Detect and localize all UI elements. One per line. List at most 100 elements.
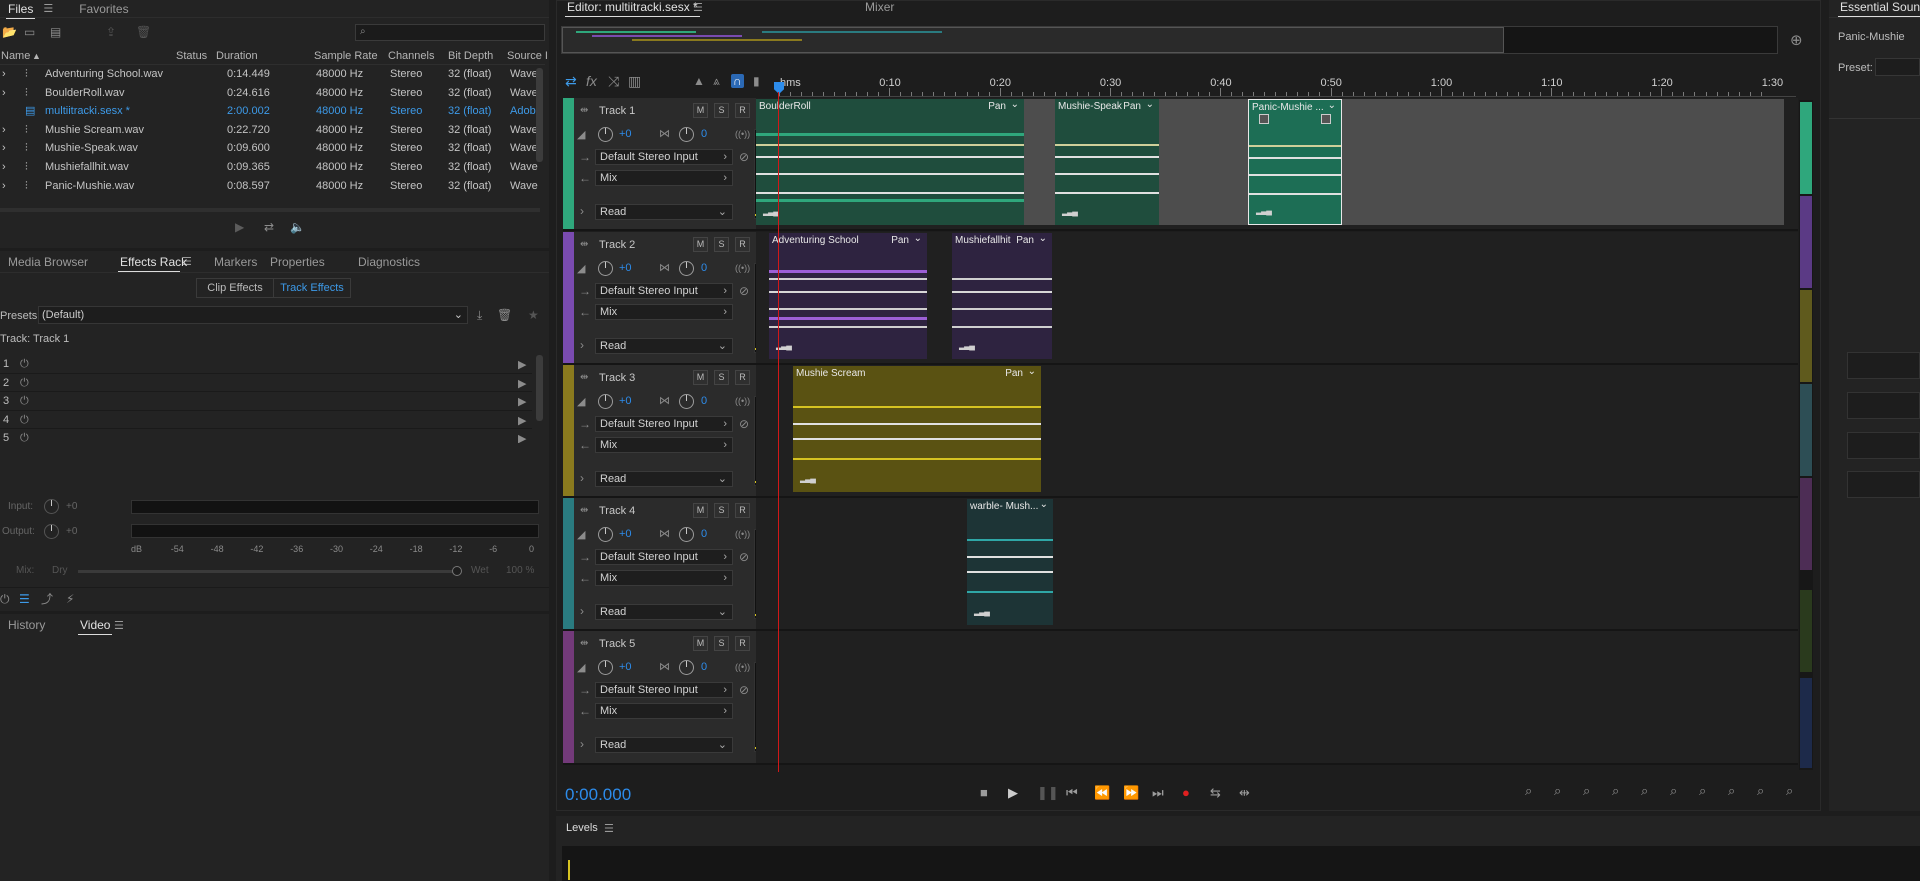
tab-media-browser[interactable]: Media Browser [4,255,116,269]
pan-value[interactable]: 0 [701,395,707,407]
volume-knob[interactable] [598,261,613,276]
track-lane[interactable]: BoulderRoll Pan ⌄ ▂▃▄ Mushie-Speak Pan ⌄ ▂▃▄ Pan… [756,98,1798,229]
move-handle-icon[interactable]: ⇹ [580,240,588,250]
zoom-in-point-icon[interactable]: ⌕ [1670,784,1677,797]
time-ruler[interactable]: hms 0:10 0:20 0:30 0:40 0:50 1:00 1:10 1:20 1:30 [779,73,1796,97]
tab-markers[interactable]: Markers [210,255,266,269]
zoom-in-time-icon[interactable]: ⌕ [1583,784,1590,797]
track-header[interactable]: ⇹ Track 3 M S R ◢ +0 ⋈ 0 ((•)) → Default Stereo Inp… [563,365,756,496]
record-arm-button[interactable]: R [735,237,750,252]
phase-icon[interactable]: ⊘ [739,285,749,297]
output-gain-knob[interactable] [44,524,59,539]
volume-value[interactable]: +0 [619,395,632,407]
zoom-reset-icon[interactable]: ⌕ [1757,784,1764,797]
track-lane[interactable]: warble- Mush... ⌄ ▂▃▄ [756,498,1798,629]
zoom-out-amplitude-icon[interactable]: ⌕ [1554,784,1561,797]
track-name[interactable]: Track 4 [599,505,635,517]
io-toggle-icon[interactable]: ⇄ [565,74,577,88]
tab-files[interactable]: Files [4,2,37,19]
autoplay-icon[interactable]: 🔈 [290,221,305,233]
magnet-icon[interactable]: ∩ [731,74,744,88]
move-handle-icon[interactable]: ⇹ [580,106,588,116]
fade-in-handle[interactable] [1259,114,1269,124]
play-preview-icon[interactable]: ▶ [235,221,244,233]
audio-clip[interactable]: Panic-Mushie ... ⌄ ▂▃▄ [1248,99,1342,225]
playhead-line[interactable] [778,92,779,772]
pan-value[interactable]: 0 [701,262,707,274]
tab-clip-effects[interactable]: Clip Effects [197,279,274,297]
phase-icon[interactable]: ⊘ [739,418,749,430]
expand-icon[interactable]: › [580,205,584,217]
envelope-line[interactable] [1055,192,1159,194]
input-gain-knob[interactable] [44,499,59,514]
envelope-line[interactable] [793,406,1041,408]
zoom-full-icon[interactable]: ⌕ [1641,784,1648,797]
pan-knob[interactable] [679,127,694,142]
eq-icon[interactable]: ▥ [628,74,641,88]
tab-diagnostics[interactable]: Diagnostics [354,255,424,269]
stereo-icon[interactable]: ((•)) [735,663,750,672]
fade-out-handle[interactable] [1321,114,1331,124]
audio-clip[interactable]: Mushie-Speak Pan ⌄ ▂▃▄ [1055,99,1159,225]
power-icon[interactable]: ⏻ [20,432,29,443]
essential-button[interactable] [1847,471,1920,498]
audio-clip[interactable]: Mushie Scream Pan ⌄ ▂▃▄ [793,366,1041,492]
move-handle-icon[interactable]: ⇹ [580,506,588,516]
col-channels[interactable]: Channels [388,48,434,65]
effect-slot[interactable]: 3 ⏻ ▶ [0,392,532,411]
loop-icon[interactable]: ⇆ [1210,785,1221,801]
slot-arrow-icon[interactable]: ▶ [518,377,526,390]
chevron-down-icon[interactable]: ⌄ [1040,499,1048,510]
col-sample-rate[interactable]: Sample Rate [314,48,378,65]
track-output-dropdown[interactable]: Mix › [595,304,733,320]
fast-forward-icon[interactable]: ⏩ [1123,785,1139,801]
panel-menu-icon[interactable]: ☰ [693,1,703,14]
play-icon[interactable]: ▶ [1008,785,1018,801]
phase-icon[interactable]: ⊘ [739,151,749,163]
current-time[interactable]: 0:00.000 [565,785,631,805]
volume-value[interactable]: +0 [619,661,632,673]
volume-value[interactable]: +0 [619,128,632,140]
file-row[interactable]: ▤ multiitracki.sesx * 2:00.002 48000 Hz Ster… [0,102,545,121]
favorite-star-icon[interactable]: ★ [528,309,539,321]
levels-title[interactable]: Levels [566,822,598,834]
zoom-out-point-icon[interactable]: ⌕ [1699,784,1706,797]
track-lane[interactable]: Adventuring School Pan ⌄ ▂▃▄ Mushiefallhit Pa… [756,232,1798,363]
record-icon[interactable]: ● [1182,785,1190,800]
pan-value[interactable]: 0 [701,661,707,673]
chevron-down-icon[interactable]: ⌄ [914,233,922,244]
zoom-in-amplitude-icon[interactable]: ⌕ [1525,784,1532,797]
power-icon[interactable]: ⏻ [20,395,29,408]
sends-icon[interactable]: ⤨ [608,74,619,88]
envelope-line[interactable] [1249,145,1341,147]
track-input-dropdown[interactable]: Default Stereo Input › [595,682,733,698]
envelope-line[interactable] [1249,174,1341,176]
new-file-icon[interactable]: ▤ [50,26,61,38]
vertical-zoom-strip[interactable] [1799,100,1813,770]
mute-button[interactable]: M [693,237,708,252]
track-header[interactable]: ⇹ Track 5 M S R ◢ +0 ⋈ 0 ((•)) → Default Stereo Inp… [563,631,756,763]
zoom-all-tracks-icon[interactable]: ⌕ [1786,784,1793,797]
file-row[interactable]: › ⫶ Panic-Mushie.wav 0:08.597 48000 Hz Stereo… [0,177,545,196]
tab-video[interactable]: Video [76,618,114,635]
pan-knob[interactable] [679,527,694,542]
envelope-line[interactable] [1055,156,1159,158]
panel-menu-icon[interactable]: ☰ [114,619,124,632]
col-source[interactable]: Source I [507,48,548,65]
col-bit-depth[interactable]: Bit Depth [448,48,493,65]
open-file-icon[interactable]: 📂 [2,26,17,38]
volume-knob[interactable] [598,394,613,409]
track-header[interactable]: ⇹ Track 1 M S R ◢ +0 ⋈ 0 ((•)) → Default Stereo Inp… [563,98,756,229]
power-icon[interactable]: ⏻ [20,414,29,427]
pan-knob[interactable] [679,660,694,675]
stop-icon[interactable]: ■ [980,785,988,800]
pan-value[interactable]: 0 [701,128,707,140]
solo-button[interactable]: S [714,103,729,118]
tab-mixer[interactable]: Mixer [861,0,898,14]
expand-icon[interactable]: › [580,339,584,351]
power-icon[interactable]: ⏻ [0,593,10,605]
audio-clip[interactable]: warble- Mush... ⌄ ▂▃▄ [967,499,1053,625]
slot-arrow-icon[interactable]: ▶ [518,432,526,443]
mix-slider-thumb[interactable] [452,566,462,576]
essential-preset-dropdown[interactable] [1875,58,1920,76]
